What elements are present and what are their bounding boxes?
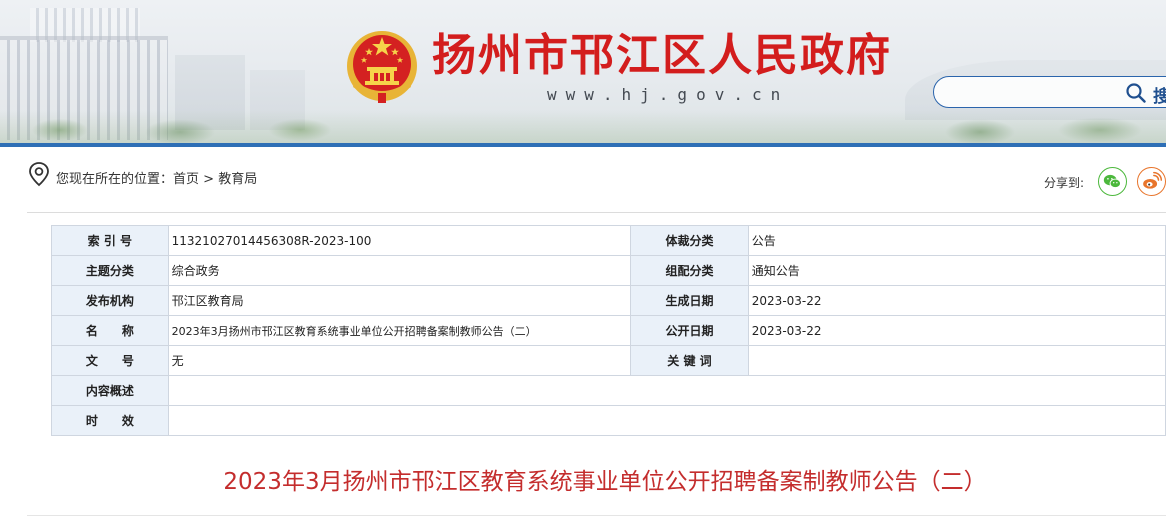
breadcrumb-text: 您现在所在的位置：首页 > 教育局 <box>56 168 257 187</box>
created-date-label: 生成日期 <box>630 285 749 316</box>
table-row: 内容概述 <box>51 375 1166 406</box>
topic-label: 主题分类 <box>51 255 169 286</box>
table-row: 索 引 号 11321027014456308R-2023-100 体裁分类 公… <box>51 225 1166 256</box>
created-date-value: 2023-03-22 <box>747 285 1166 316</box>
share-label: 分享到: <box>1044 176 1085 190</box>
content-divider <box>27 212 1166 213</box>
location-pin-icon <box>29 162 49 187</box>
site-title[interactable]: 扬州市邗江区人民政府 <box>432 26 892 86</box>
table-row: 名 称 2023年3月扬州市邗江区教育系统事业单位公开招聘备案制教师公告（二） … <box>51 315 1166 346</box>
search-icon[interactable] <box>1125 82 1147 104</box>
category-value: 通知公告 <box>747 255 1166 286</box>
published-date-value: 2023-03-22 <box>747 315 1166 346</box>
document-number-label: 文 号 <box>51 345 169 376</box>
keywords-value <box>747 345 1166 376</box>
weibo-icon <box>1143 171 1163 189</box>
table-row: 文 号 无 关 键 词 <box>51 345 1166 376</box>
genre-label: 体裁分类 <box>630 225 749 256</box>
national-emblem-icon[interactable] <box>345 29 419 105</box>
table-row: 时 效 <box>51 405 1166 436</box>
share-wechat-button[interactable] <box>1098 167 1127 196</box>
name-value: 2023年3月扬州市邗江区教育系统事业单位公开招聘备案制教师公告（二） <box>167 315 632 346</box>
banner-accent-line <box>0 143 1166 147</box>
breadcrumb-current-link[interactable]: 教育局 <box>218 172 257 187</box>
site-url: www.hj.gov.cn <box>547 85 790 104</box>
share-weibo-button[interactable] <box>1137 167 1166 196</box>
index-number-value: 11321027014456308R-2023-100 <box>167 225 632 256</box>
validity-value <box>167 405 1166 436</box>
table-row: 主题分类 综合政务 组配分类 通知公告 <box>51 255 1166 286</box>
topic-value: 综合政务 <box>167 255 632 286</box>
document-metadata-table: 索 引 号 11321027014456308R-2023-100 体裁分类 公… <box>51 225 1166 436</box>
publisher-value: 邗江区教育局 <box>167 285 632 316</box>
summary-value <box>167 375 1166 406</box>
breadcrumb-separator: > <box>199 172 219 187</box>
validity-label: 时 效 <box>51 405 169 436</box>
name-label: 名 称 <box>51 315 169 346</box>
table-row: 发布机构 邗江区教育局 生成日期 2023-03-22 <box>51 285 1166 316</box>
keywords-label: 关 键 词 <box>630 345 749 376</box>
index-number-label: 索 引 号 <box>51 225 169 256</box>
summary-label: 内容概述 <box>51 375 169 406</box>
document-title: 2023年3月扬州市邗江区教育系统事业单位公开招聘备案制教师公告（二） <box>223 469 987 495</box>
breadcrumb-prefix: 您现在所在的位置： <box>56 172 174 187</box>
genre-value: 公告 <box>747 225 1166 256</box>
wechat-icon <box>1103 174 1121 189</box>
document-number-value: 无 <box>167 345 632 376</box>
banner-trees <box>0 110 1166 143</box>
bottom-divider <box>27 515 1166 516</box>
publisher-label: 发布机构 <box>51 285 169 316</box>
category-label: 组配分类 <box>630 255 749 286</box>
breadcrumb-home-link[interactable]: 首页 <box>173 172 199 187</box>
published-date-label: 公开日期 <box>630 315 749 346</box>
search-button[interactable]: 搜 <box>1153 82 1166 107</box>
